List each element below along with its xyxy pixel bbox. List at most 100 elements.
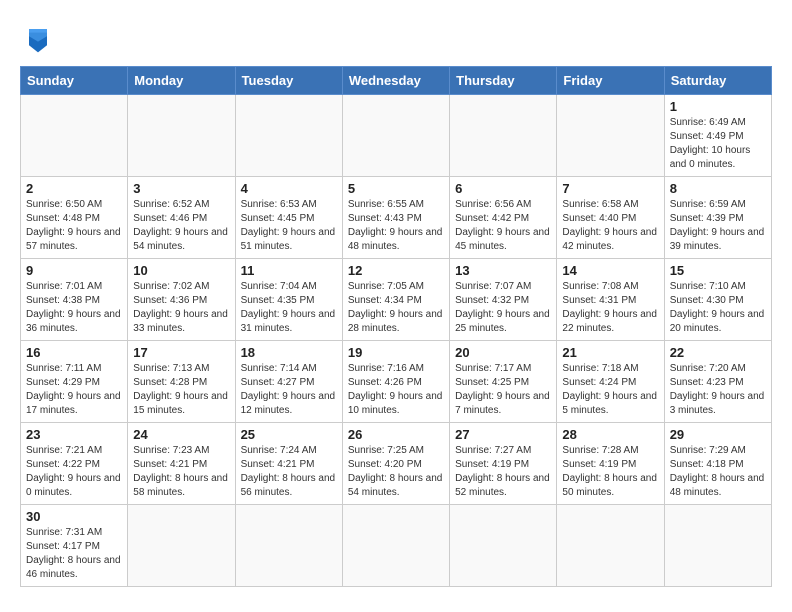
calendar-cell: 4Sunrise: 6:53 AM Sunset: 4:45 PM Daylig… <box>235 177 342 259</box>
calendar-cell <box>342 505 449 587</box>
calendar-week-4: 23 Sunrise: 7:21 AM Sunset: 4:22 PM Dayli… <box>21 423 772 505</box>
calendar-cell: 17 Sunrise: 7:13 AM Sunset: 4:28 PM Dayli… <box>128 341 235 423</box>
calendar-cell: 28Sunrise: 7:28 AM Sunset: 4:19 PM Dayli… <box>557 423 664 505</box>
day-number: 17 <box>133 345 229 360</box>
day-info: Sunrise: 7:08 AM Sunset: 4:31 PM Dayligh… <box>562 280 658 336</box>
day-info: Sunrise: 7:13 AM Sunset: 4:28 PM Dayligh… <box>133 362 229 418</box>
calendar-cell: 29Sunrise: 7:29 AM Sunset: 4:18 PM Dayli… <box>664 423 771 505</box>
day-number: 1 <box>670 99 766 114</box>
day-number: 9 <box>26 263 122 278</box>
calendar-cell: 2 Sunrise: 6:50 AM Sunset: 4:48 PM Daylig… <box>21 177 128 259</box>
day-info: Sunrise: 6:50 AM Sunset: 4:48 PM Dayligh… <box>26 198 122 254</box>
calendar-cell <box>235 505 342 587</box>
day-info: Sunrise: 6:56 AM Sunset: 4:42 PM Dayligh… <box>455 198 551 254</box>
day-info: Sunrise: 7:02 AM Sunset: 4:36 PM Dayligh… <box>133 280 229 336</box>
calendar-cell <box>342 95 449 177</box>
day-info: Sunrise: 6:58 AM Sunset: 4:40 PM Dayligh… <box>562 198 658 254</box>
day-info: Sunrise: 7:14 AM Sunset: 4:27 PM Dayligh… <box>241 362 337 418</box>
day-number: 2 <box>26 181 122 196</box>
calendar-header-friday: Friday <box>557 67 664 95</box>
calendar-cell: 7 Sunrise: 6:58 AM Sunset: 4:40 PM Daylig… <box>557 177 664 259</box>
day-info: Sunrise: 7:01 AM Sunset: 4:38 PM Dayligh… <box>26 280 122 336</box>
day-number: 19 <box>348 345 444 360</box>
day-info: Sunrise: 6:53 AM Sunset: 4:45 PM Dayligh… <box>241 198 337 254</box>
calendar-cell <box>450 505 557 587</box>
calendar-cell <box>557 505 664 587</box>
calendar-cell: 13Sunrise: 7:07 AM Sunset: 4:32 PM Dayli… <box>450 259 557 341</box>
calendar-cell: 1 Sunrise: 6:49 AM Sunset: 4:49 PM Daylig… <box>664 95 771 177</box>
day-number: 26 <box>348 427 444 442</box>
calendar-cell <box>235 95 342 177</box>
calendar-cell: 24 Sunrise: 7:23 AM Sunset: 4:21 PM Dayli… <box>128 423 235 505</box>
day-info: Sunrise: 7:20 AM Sunset: 4:23 PM Dayligh… <box>670 362 766 418</box>
calendar-cell: 15 Sunrise: 7:10 AM Sunset: 4:30 PM Dayli… <box>664 259 771 341</box>
calendar-header-wednesday: Wednesday <box>342 67 449 95</box>
day-info: Sunrise: 7:23 AM Sunset: 4:21 PM Dayligh… <box>133 444 229 500</box>
calendar-cell <box>664 505 771 587</box>
calendar-cell: 3 Sunrise: 6:52 AM Sunset: 4:46 PM Daylig… <box>128 177 235 259</box>
calendar-cell: 26 Sunrise: 7:25 AM Sunset: 4:20 PM Dayli… <box>342 423 449 505</box>
calendar-cell: 12 Sunrise: 7:05 AM Sunset: 4:34 PM Dayli… <box>342 259 449 341</box>
generalblue-logo-icon <box>20 20 56 56</box>
day-number: 15 <box>670 263 766 278</box>
day-info: Sunrise: 7:29 AM Sunset: 4:18 PM Dayligh… <box>670 444 766 500</box>
day-number: 25 <box>241 427 337 442</box>
calendar-header-monday: Monday <box>128 67 235 95</box>
day-number: 13 <box>455 263 551 278</box>
calendar-week-5: 30Sunrise: 7:31 AM Sunset: 4:17 PM Dayli… <box>21 505 772 587</box>
day-info: Sunrise: 7:05 AM Sunset: 4:34 PM Dayligh… <box>348 280 444 336</box>
calendar-cell: 20 Sunrise: 7:17 AM Sunset: 4:25 PM Dayli… <box>450 341 557 423</box>
day-info: Sunrise: 6:52 AM Sunset: 4:46 PM Dayligh… <box>133 198 229 254</box>
day-number: 3 <box>133 181 229 196</box>
day-info: Sunrise: 7:10 AM Sunset: 4:30 PM Dayligh… <box>670 280 766 336</box>
day-number: 21 <box>562 345 658 360</box>
calendar-cell: 18 Sunrise: 7:14 AM Sunset: 4:27 PM Dayli… <box>235 341 342 423</box>
day-info: Sunrise: 7:25 AM Sunset: 4:20 PM Dayligh… <box>348 444 444 500</box>
day-info: Sunrise: 6:49 AM Sunset: 4:49 PM Dayligh… <box>670 116 766 172</box>
day-info: Sunrise: 6:59 AM Sunset: 4:39 PM Dayligh… <box>670 198 766 254</box>
day-info: Sunrise: 7:18 AM Sunset: 4:24 PM Dayligh… <box>562 362 658 418</box>
day-number: 16 <box>26 345 122 360</box>
calendar-table: SundayMondayTuesdayWednesdayThursdayFrid… <box>20 66 772 587</box>
day-info: Sunrise: 7:17 AM Sunset: 4:25 PM Dayligh… <box>455 362 551 418</box>
day-info: Sunrise: 7:21 AM Sunset: 4:22 PM Dayligh… <box>26 444 122 500</box>
calendar-cell: 30Sunrise: 7:31 AM Sunset: 4:17 PM Dayli… <box>21 505 128 587</box>
calendar-header-sunday: Sunday <box>21 67 128 95</box>
calendar-cell: 5Sunrise: 6:55 AM Sunset: 4:43 PM Daylig… <box>342 177 449 259</box>
calendar-cell <box>557 95 664 177</box>
header <box>20 20 772 56</box>
calendar-cell: 8Sunrise: 6:59 AM Sunset: 4:39 PM Daylig… <box>664 177 771 259</box>
page: SundayMondayTuesdayWednesdayThursdayFrid… <box>0 0 792 597</box>
day-number: 14 <box>562 263 658 278</box>
day-number: 12 <box>348 263 444 278</box>
calendar-cell: 25 Sunrise: 7:24 AM Sunset: 4:21 PM Dayli… <box>235 423 342 505</box>
day-info: Sunrise: 7:24 AM Sunset: 4:21 PM Dayligh… <box>241 444 337 500</box>
day-number: 27 <box>455 427 551 442</box>
day-info: Sunrise: 7:11 AM Sunset: 4:29 PM Dayligh… <box>26 362 122 418</box>
calendar-week-3: 16 Sunrise: 7:11 AM Sunset: 4:29 PM Dayli… <box>21 341 772 423</box>
calendar-cell: 6Sunrise: 6:56 AM Sunset: 4:42 PM Daylig… <box>450 177 557 259</box>
calendar-cell <box>450 95 557 177</box>
day-number: 10 <box>133 263 229 278</box>
calendar-cell: 23 Sunrise: 7:21 AM Sunset: 4:22 PM Dayli… <box>21 423 128 505</box>
calendar-cell: 11Sunrise: 7:04 AM Sunset: 4:35 PM Dayli… <box>235 259 342 341</box>
day-number: 24 <box>133 427 229 442</box>
day-info: Sunrise: 7:16 AM Sunset: 4:26 PM Dayligh… <box>348 362 444 418</box>
calendar-header-saturday: Saturday <box>664 67 771 95</box>
day-number: 28 <box>562 427 658 442</box>
calendar-cell: 14 Sunrise: 7:08 AM Sunset: 4:31 PM Dayli… <box>557 259 664 341</box>
logo <box>20 20 60 56</box>
day-number: 18 <box>241 345 337 360</box>
calendar-cell: 19 Sunrise: 7:16 AM Sunset: 4:26 PM Dayli… <box>342 341 449 423</box>
calendar-header-tuesday: Tuesday <box>235 67 342 95</box>
day-number: 20 <box>455 345 551 360</box>
calendar-cell: 27 Sunrise: 7:27 AM Sunset: 4:19 PM Dayli… <box>450 423 557 505</box>
calendar-week-1: 2 Sunrise: 6:50 AM Sunset: 4:48 PM Daylig… <box>21 177 772 259</box>
calendar-header-thursday: Thursday <box>450 67 557 95</box>
day-number: 23 <box>26 427 122 442</box>
day-info: Sunrise: 7:27 AM Sunset: 4:19 PM Dayligh… <box>455 444 551 500</box>
calendar-cell: 21 Sunrise: 7:18 AM Sunset: 4:24 PM Dayli… <box>557 341 664 423</box>
day-number: 7 <box>562 181 658 196</box>
day-number: 5 <box>348 181 444 196</box>
calendar-header-row: SundayMondayTuesdayWednesdayThursdayFrid… <box>21 67 772 95</box>
